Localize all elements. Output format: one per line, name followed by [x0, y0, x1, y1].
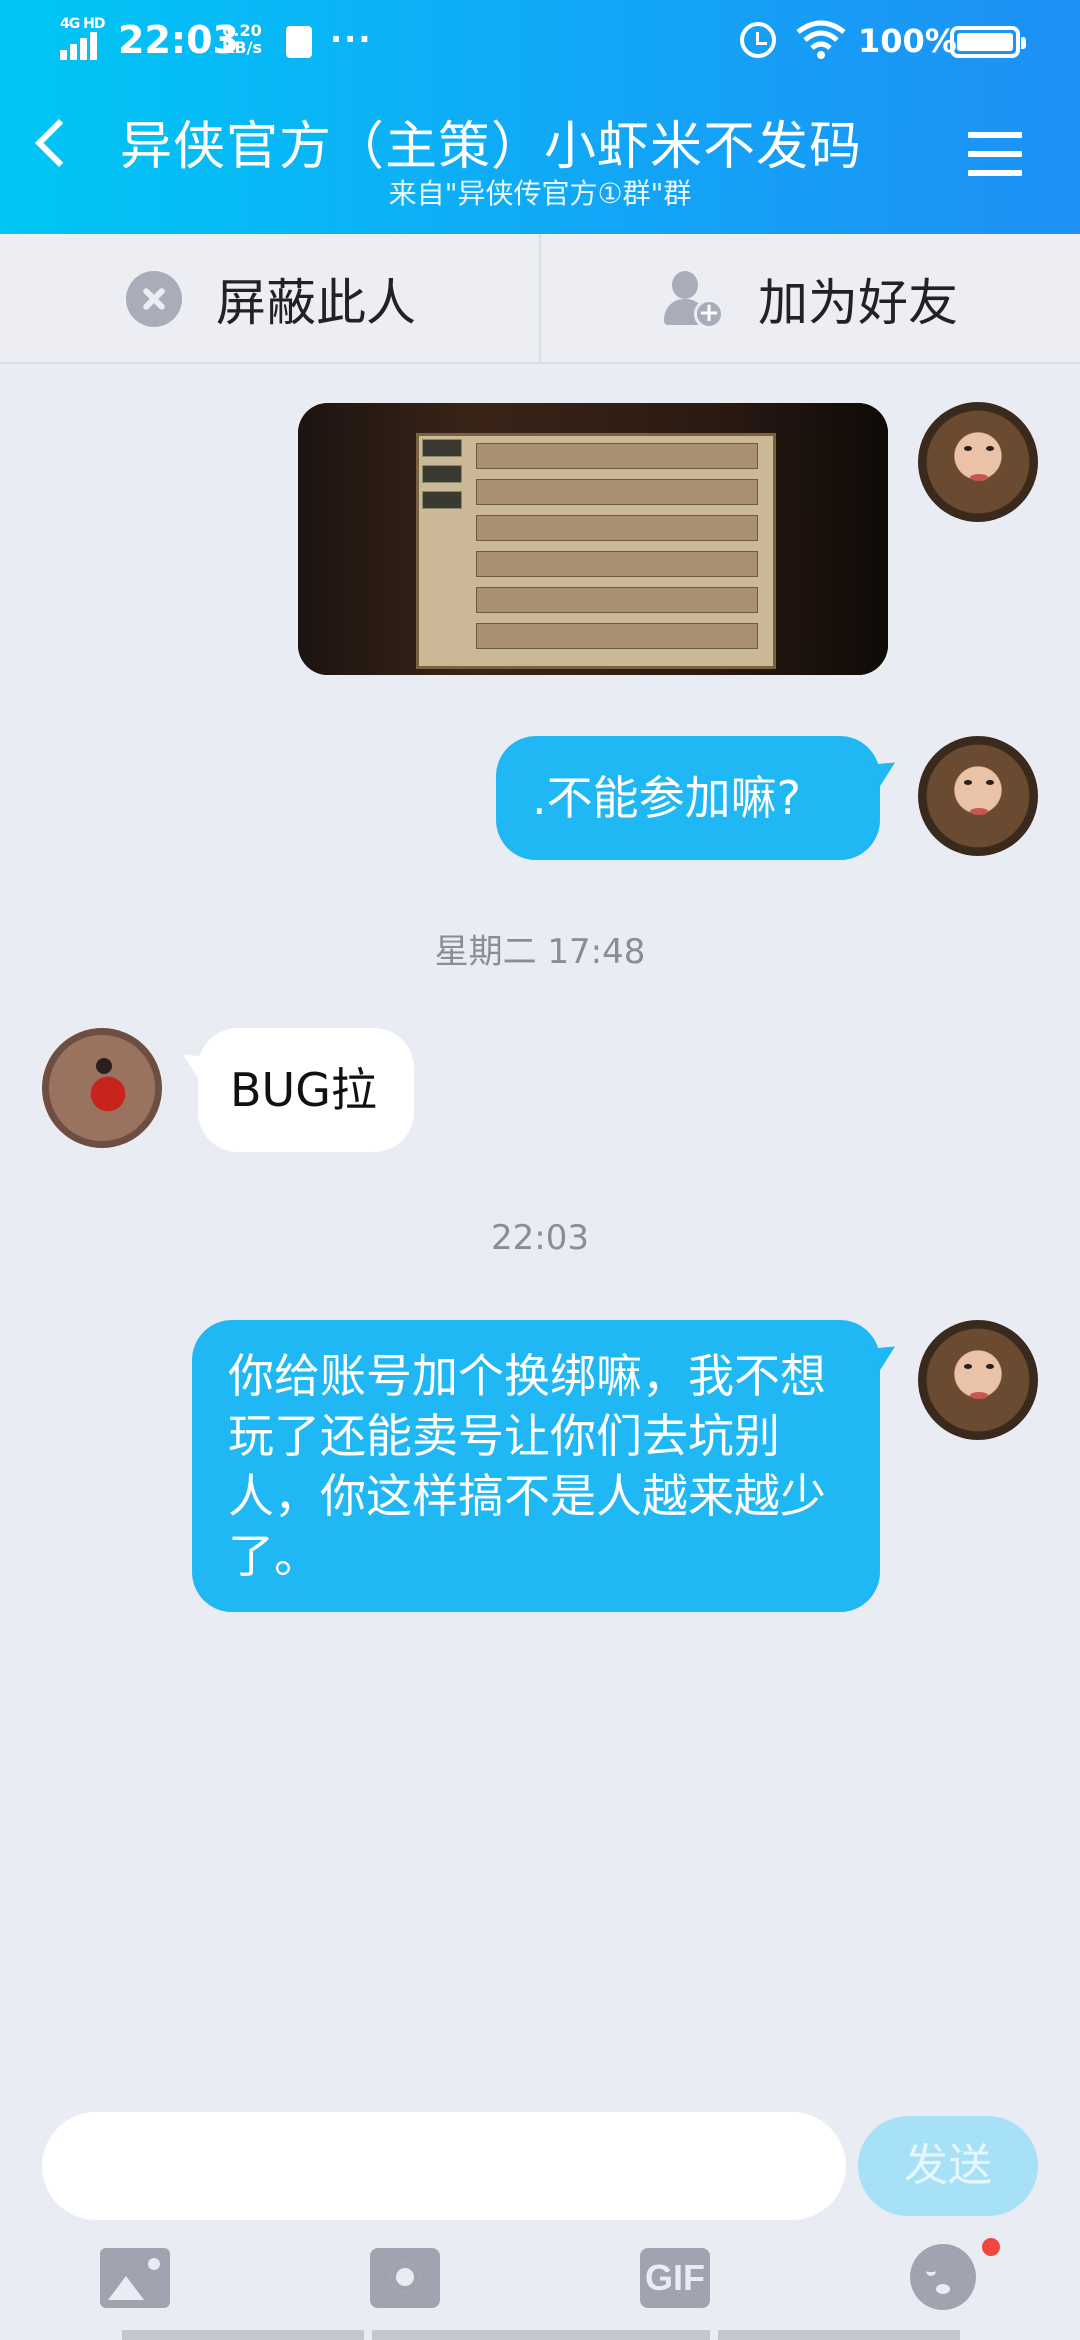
add-friend-icon: +	[664, 269, 724, 329]
block-user-button[interactable]: 屏蔽此人	[126, 234, 416, 364]
status-time: 22:03	[118, 18, 239, 62]
my-avatar[interactable]	[918, 402, 1038, 522]
speed-value: 0.20	[222, 21, 262, 40]
more-notifications-icon: ···	[330, 20, 373, 58]
message-bubble-incoming[interactable]: BUG拉	[198, 1028, 414, 1152]
action-divider	[539, 234, 541, 364]
message-image[interactable]	[298, 403, 888, 675]
message-bubble-outgoing[interactable]: .不能参加嘛?	[496, 736, 880, 860]
notification-dot	[982, 2238, 1000, 2256]
clipboard-icon	[286, 26, 312, 58]
status-bar: 4G HD 22:03 0.20 KB/s ··· 100%	[0, 0, 1080, 84]
battery-percent: 100%	[858, 22, 957, 60]
block-user-label: 屏蔽此人	[216, 274, 416, 332]
my-avatar[interactable]	[918, 1320, 1038, 1440]
camera-icon[interactable]	[370, 2248, 440, 2308]
gif-icon[interactable]: GIF	[640, 2248, 710, 2308]
image-icon[interactable]	[100, 2248, 170, 2308]
block-icon	[126, 271, 182, 327]
wifi-icon	[796, 20, 846, 59]
signal-icon: 4G HD	[60, 16, 108, 60]
stranger-action-bar: 屏蔽此人 + 加为好友	[0, 234, 1080, 364]
toolbar-indicator	[122, 2330, 364, 2340]
network-type: 4G HD	[60, 16, 105, 32]
my-avatar[interactable]	[918, 736, 1038, 856]
chat-title: 异侠官方（主策）小虾米不发码	[120, 117, 863, 177]
message-input[interactable]	[42, 2112, 846, 2220]
network-speed: 0.20 KB/s	[222, 22, 262, 56]
add-friend-label: 加为好友	[758, 274, 958, 332]
add-friend-button[interactable]: + 加为好友	[664, 234, 958, 364]
chat-subtitle: 来自"异侠传官方①群"群	[388, 177, 692, 210]
timestamp: 星期二 17:48	[434, 932, 646, 972]
timestamp: 22:03	[491, 1218, 589, 1258]
toolbar-indicator	[718, 2330, 960, 2340]
back-icon[interactable]	[34, 118, 84, 168]
alarm-icon	[740, 22, 776, 58]
menu-icon[interactable]	[968, 132, 1022, 182]
chat-header: 4G HD 22:03 0.20 KB/s ··· 100% 异侠官方（主策）小…	[0, 0, 1080, 234]
battery-icon	[950, 26, 1026, 58]
send-button[interactable]: 发送	[858, 2116, 1038, 2216]
emoji-icon[interactable]	[910, 2244, 976, 2310]
sender-avatar[interactable]	[42, 1028, 162, 1148]
toolbar-indicator	[372, 2330, 710, 2340]
message-bubble-outgoing[interactable]: 你给账号加个换绑嘛，我不想玩了还能卖号让你们去坑别人，你这样搞不是人越来越少了。	[192, 1320, 880, 1612]
speed-unit: KB/s	[222, 38, 262, 57]
